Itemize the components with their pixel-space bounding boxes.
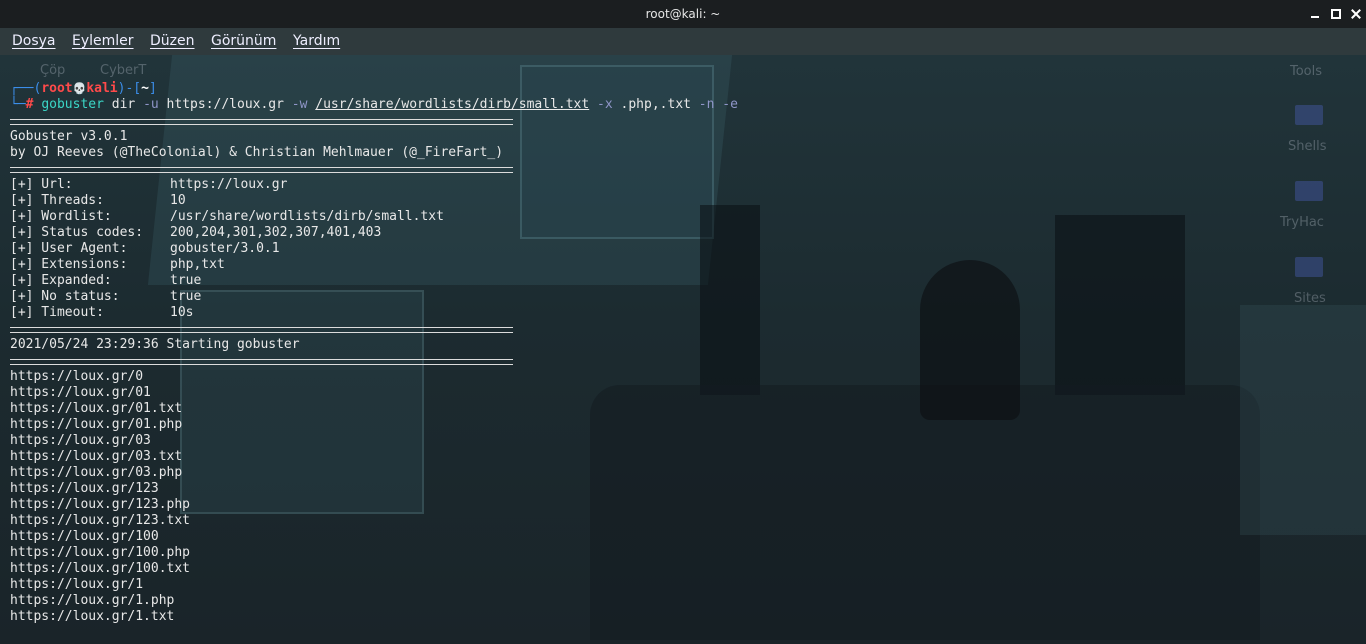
desktop-icon-sites[interactable]: Sites: [1294, 291, 1326, 306]
separator: [10, 167, 513, 173]
command-line[interactable]: └─# gobuster dir -u https://loux.gr -w /…: [10, 97, 738, 113]
terminal-view[interactable]: Çöp CyberT Tools Shells TryHac Sites ┌──…: [0, 55, 1366, 644]
folder-icon[interactable]: [1295, 181, 1323, 201]
result-line: https://loux.gr/01: [10, 385, 151, 400]
close-icon[interactable]: [1347, 5, 1365, 23]
config-value: 10s: [170, 305, 194, 320]
command-arg: dir: [103, 97, 144, 112]
result-line: https://loux.gr/123.txt: [10, 513, 191, 528]
prompt-line: ┌──(root💀kali)-[~]: [10, 81, 157, 97]
config-line: [+] Wordlist: /usr/share/wordlists/dirb/s…: [10, 209, 444, 225]
wallpaper-screen: [180, 290, 424, 514]
config-value: 200,204,301,302,307,401,403: [170, 225, 382, 240]
window-title: root@kali: ~: [645, 7, 721, 21]
command-arg: .php,.txt: [612, 97, 699, 112]
config-value: php,txt: [170, 257, 225, 272]
folder-icon[interactable]: [1295, 105, 1323, 125]
prompt-hash: #: [25, 97, 42, 112]
config-value: /usr/share/wordlists/dirb/small.txt: [170, 209, 444, 224]
result-line: https://loux.gr/100.txt: [10, 561, 191, 576]
desktop-icon-cybert[interactable]: CyberT: [100, 63, 146, 78]
config-line: [+] No status: true: [10, 289, 201, 305]
config-label: [+] User Agent:: [10, 241, 128, 256]
result-line: https://loux.gr/0: [10, 369, 144, 384]
result-line: https://loux.gr/03.txt: [10, 449, 183, 464]
menu-duzen[interactable]: Düzen: [150, 33, 195, 49]
window-titlebar: root@kali: ~: [0, 0, 1366, 28]
config-line: [+] Timeout: 10s: [10, 305, 193, 321]
config-line: [+] Url: https://loux.gr: [10, 177, 287, 193]
result-line: https://loux.gr/123: [10, 481, 159, 496]
config-label: [+] Status codes:: [10, 225, 144, 240]
result-line: https://loux.gr/01.txt: [10, 401, 183, 416]
config-label: [+] Url:: [10, 177, 73, 192]
command-arg: https://loux.gr: [158, 97, 292, 112]
config-line: [+] Extensions: php,txt: [10, 257, 225, 273]
folder-icon[interactable]: [1295, 257, 1323, 277]
config-value: https://loux.gr: [170, 177, 288, 192]
prompt-host: kali: [86, 81, 118, 96]
separator: [10, 119, 513, 125]
config-line: [+] User Agent: gobuster/3.0.1: [10, 241, 280, 257]
wallpaper-person: [920, 260, 1020, 420]
config-label: [+] Expanded:: [10, 273, 112, 288]
desktop-icon-tools[interactable]: Tools: [1290, 64, 1322, 79]
result-line: https://loux.gr/1.txt: [10, 609, 175, 624]
minimize-icon[interactable]: [1306, 5, 1324, 23]
prompt-frame: )-[: [117, 81, 142, 96]
result-line: https://loux.gr/1: [10, 577, 144, 592]
command-flag: -u: [143, 97, 159, 112]
command-arg: /usr/share/wordlists/dirb/small.txt: [315, 97, 590, 112]
config-label: [+] Timeout:: [10, 305, 104, 320]
command-flag: -x: [597, 97, 613, 112]
menu-yardim[interactable]: Yardım: [293, 33, 340, 49]
result-line: https://loux.gr/100: [10, 529, 159, 544]
menu-gorunum[interactable]: Görünüm: [211, 33, 276, 49]
config-value: 10: [170, 193, 186, 208]
menu-bar: Dosya Eylemler Düzen Görünüm Yardım: [0, 28, 1366, 55]
config-line: [+] Expanded: true: [10, 273, 201, 289]
menu-dosya[interactable]: Dosya: [12, 33, 56, 49]
result-line: https://loux.gr/100.php: [10, 545, 191, 560]
command-name: gobuster: [41, 97, 104, 112]
result-line: https://loux.gr/03: [10, 433, 151, 448]
config-label: [+] Wordlist:: [10, 209, 112, 224]
config-label: [+] Threads:: [10, 193, 104, 208]
config-value: true: [170, 289, 202, 304]
result-line: https://loux.gr/123.php: [10, 497, 191, 512]
result-line: https://loux.gr/03.php: [10, 465, 183, 480]
prompt-frame: └─: [10, 97, 26, 112]
command-flag: -e: [722, 97, 738, 112]
command-flag: -n: [698, 97, 715, 112]
config-value: true: [170, 273, 202, 288]
prompt-frame: ┌──(: [10, 81, 42, 96]
desktop-icon-tryhac[interactable]: TryHac: [1280, 215, 1324, 230]
wallpaper-desk: [590, 385, 1260, 640]
wallpaper-screen: [1240, 305, 1366, 535]
banner-author: by OJ Reeves (@TheColonial) & Christian …: [10, 145, 504, 160]
prompt-user: root: [41, 81, 73, 96]
start-message: 2021/05/24 23:29:36 Starting gobuster: [10, 337, 300, 352]
prompt-dir: ~: [141, 81, 149, 96]
maximize-icon[interactable]: [1327, 5, 1345, 23]
result-line: https://loux.gr/01.php: [10, 417, 183, 432]
separator: [10, 327, 513, 333]
menu-eylemler[interactable]: Eylemler: [72, 33, 134, 49]
desktop-icon-shells[interactable]: Shells: [1288, 139, 1327, 154]
skull-icon: 💀: [72, 82, 87, 95]
config-label: [+] Extensions:: [10, 257, 128, 272]
wallpaper-monitor: [1055, 215, 1185, 395]
result-line: https://loux.gr/1.php: [10, 593, 175, 608]
config-label: [+] No status:: [10, 289, 120, 304]
config-line: [+] Threads: 10: [10, 193, 186, 209]
config-value: gobuster/3.0.1: [170, 241, 280, 256]
wallpaper-monitor: [520, 65, 714, 239]
config-line: [+] Status codes: 200,204,301,302,307,401…: [10, 225, 381, 241]
separator: [10, 359, 513, 365]
prompt-frame: ]: [148, 81, 157, 96]
banner-version: Gobuster v3.0.1: [10, 129, 128, 144]
desktop-icon-trash[interactable]: Çöp: [40, 63, 65, 78]
command-flag: -w: [291, 97, 308, 112]
wallpaper-speaker: [700, 205, 760, 395]
